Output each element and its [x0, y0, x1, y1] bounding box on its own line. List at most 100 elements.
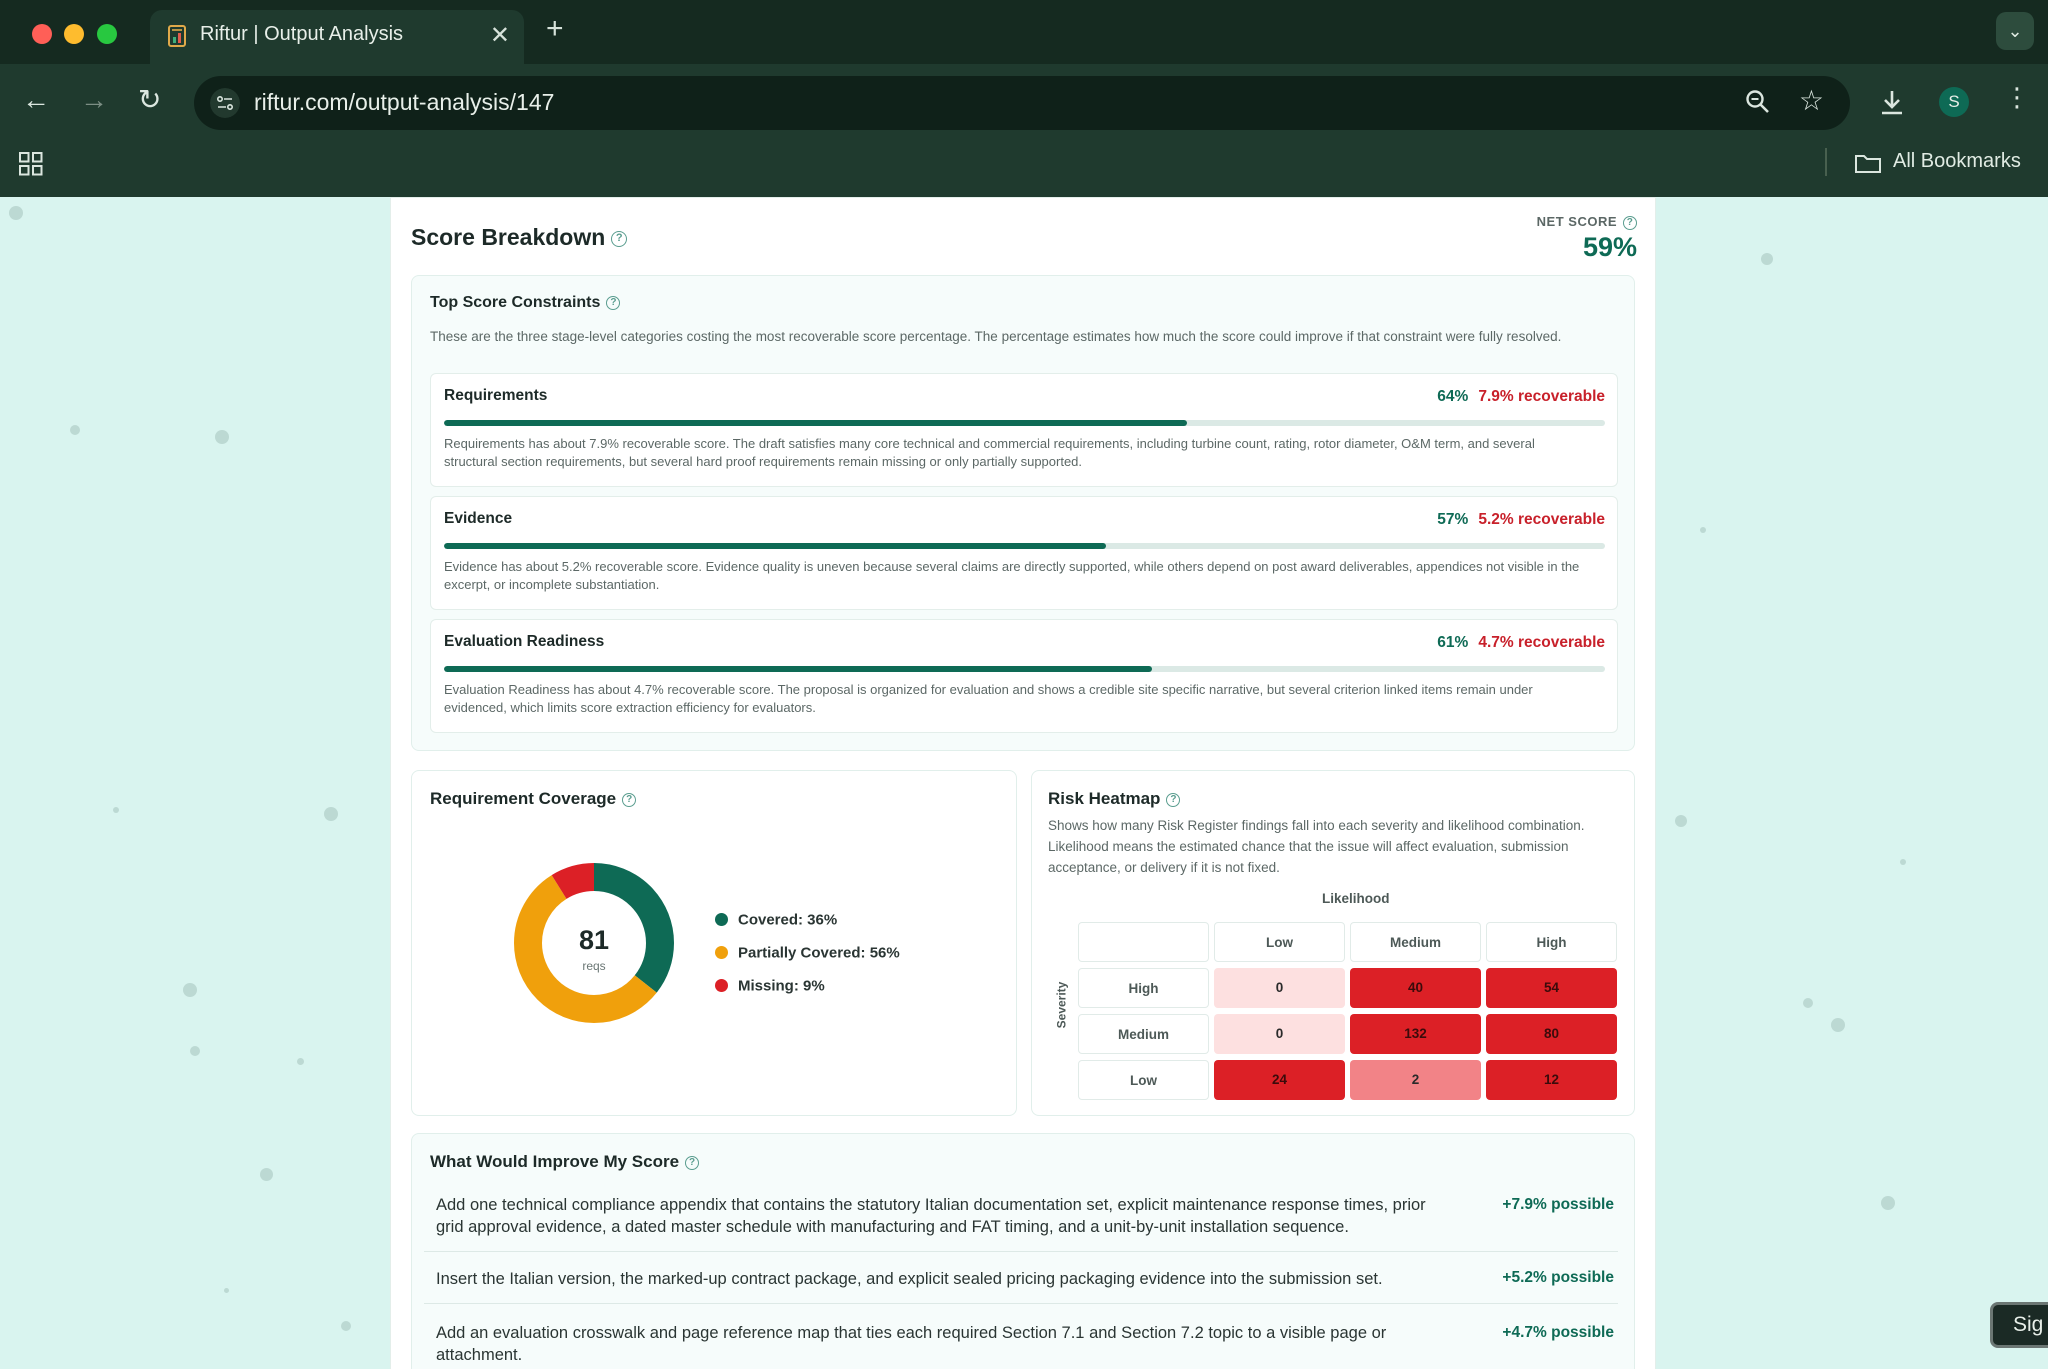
improvement-item[interactable]: Add one technical compliance appendix th… [424, 1186, 1618, 1252]
browser-menu-icon[interactable]: ⋮ [2004, 84, 2030, 110]
constraint-progress-fill [444, 666, 1153, 672]
background-dot [260, 1168, 273, 1181]
heatmap-x-axis-label: Likelihood [1322, 891, 1390, 906]
maximize-window-button[interactable] [97, 24, 117, 44]
improvement-gain: +5.2% possible [1502, 1269, 1614, 1286]
background-dot [297, 1058, 304, 1065]
constraint-recoverable: 7.9% recoverable [1478, 388, 1605, 405]
heatmap-cell[interactable]: 0 [1214, 968, 1345, 1008]
score-breakdown-title: Score Breakdown [411, 224, 606, 250]
improvement-gain: +7.9% possible [1502, 1196, 1614, 1213]
address-bar[interactable]: riftur.com/output-analysis/147 ☆ [194, 76, 1850, 130]
url-text[interactable]: riftur.com/output-analysis/147 [254, 89, 554, 116]
page-viewport: Score Breakdown? NET SCORE? 59% Top Scor… [0, 197, 2048, 1369]
heatmap-cell[interactable]: 54 [1486, 968, 1617, 1008]
close-tab-icon[interactable]: ✕ [490, 21, 510, 50]
heatmap-cell[interactable]: 24 [1214, 1060, 1345, 1100]
improvement-text: Add one technical compliance appendix th… [436, 1196, 1426, 1236]
reload-icon[interactable]: ↻ [138, 86, 161, 114]
help-icon[interactable]: ? [611, 230, 628, 247]
heatmap-cell[interactable]: 12 [1486, 1060, 1617, 1100]
apps-grid-icon[interactable] [18, 151, 44, 177]
profile-avatar[interactable]: S [1939, 87, 1969, 117]
tab-title: Riftur | Output Analysis [200, 23, 404, 45]
improvement-text: Insert the Italian version, the marked-u… [436, 1270, 1383, 1288]
active-tab[interactable]: Riftur | Output Analysis ✕ [150, 10, 524, 64]
improve-score-panel: What Would Improve My Score? Add one tec… [411, 1133, 1635, 1369]
help-icon[interactable]: ? [1166, 792, 1181, 807]
heatmap-cell[interactable]: 40 [1350, 968, 1481, 1008]
background-dot [70, 425, 80, 435]
background-dot [224, 1288, 229, 1293]
back-arrow-icon[interactable]: ← [22, 86, 50, 114]
constraints-title: Top Score Constraints [430, 294, 601, 311]
improvement-item[interactable]: Insert the Italian version, the marked-u… [424, 1252, 1618, 1304]
browser-chrome: Riftur | Output Analysis ✕ + ⌄ ← → ↻ rif… [0, 0, 2048, 197]
legend-item-missing: Missing: 9% [715, 977, 825, 995]
tab-search-chevron-icon[interactable]: ⌄ [1996, 12, 2034, 50]
constraint-name: Requirements [444, 387, 548, 404]
background-dot [113, 807, 119, 813]
site-settings-icon[interactable] [210, 88, 240, 118]
legend-label: Missing: 9% [738, 977, 825, 995]
heatmap-cell[interactable]: 80 [1486, 1014, 1617, 1054]
constraint-item-evidence[interactable]: Evidence 57% 5.2% recoverable Evidence ha… [430, 496, 1618, 610]
sign-in-button[interactable]: Sig [1990, 1302, 2048, 1348]
legend-swatch [715, 913, 728, 927]
forward-arrow-icon[interactable]: → [80, 86, 108, 114]
background-dot [1700, 527, 1706, 533]
constraint-item-requirements[interactable]: Requirements 64% 7.9% recoverable Require… [430, 373, 1618, 487]
heatmap-row-header: Medium [1078, 1014, 1209, 1054]
constraint-percent: 57% [1437, 511, 1469, 528]
background-dot [183, 983, 197, 997]
background-dot [1803, 998, 1813, 1008]
help-icon[interactable]: ? [1623, 215, 1637, 230]
heatmap-corner-cell [1078, 922, 1209, 962]
heatmap-cell[interactable]: 0 [1214, 1014, 1345, 1054]
constraint-recoverable: 4.7% recoverable [1478, 634, 1605, 651]
constraints-heading: Top Score Constraints? [430, 294, 621, 312]
legend-label: Partially Covered: 56% [738, 944, 900, 962]
constraint-stats: 61% 4.7% recoverable [1437, 634, 1605, 652]
improvement-item[interactable]: Add an evaluation crosswalk and page ref… [424, 1304, 1618, 1369]
net-score-value: 59% [1582, 232, 1637, 262]
minimize-window-button[interactable] [64, 24, 84, 44]
heatmap-cell[interactable]: 132 [1350, 1014, 1481, 1054]
legend-item-partially-covered: Partially Covered: 56% [715, 944, 900, 962]
new-tab-icon[interactable]: + [546, 14, 564, 44]
legend-label: Covered: 36% [738, 911, 838, 929]
donut-total: 81 [578, 925, 610, 955]
constraint-item-evaluation-readiness[interactable]: Evaluation Readiness 61% 4.7% recoverable… [430, 619, 1618, 733]
help-icon[interactable]: ? [622, 792, 637, 807]
download-icon[interactable] [1878, 88, 1906, 116]
coverage-title: Requirement Coverage [430, 789, 617, 808]
bookmarks-divider [1825, 148, 1827, 176]
heatmap-cell[interactable]: 2 [1350, 1060, 1481, 1100]
constraint-progress-fill [444, 420, 1188, 426]
all-bookmarks-link[interactable]: All Bookmarks [1893, 150, 2021, 173]
improve-title: What Would Improve My Score [430, 1152, 680, 1171]
tab-strip: Riftur | Output Analysis ✕ + ⌄ [0, 0, 2048, 64]
riftur-favicon-icon [168, 25, 186, 47]
background-dot [9, 206, 23, 220]
net-score-label-text: NET SCORE [1536, 214, 1617, 229]
bookmark-star-icon[interactable]: ☆ [1799, 87, 1824, 115]
output-analysis-card: Score Breakdown? NET SCORE? 59% Top Scor… [390, 197, 1656, 1369]
coverage-heading: Requirement Coverage? [430, 789, 637, 809]
improvement-gain: +4.7% possible [1502, 1324, 1614, 1341]
close-window-button[interactable] [32, 24, 52, 44]
help-icon[interactable]: ? [685, 1155, 700, 1170]
constraint-progress-fill [444, 543, 1106, 549]
heatmap-y-axis-label: Severity [1054, 981, 1069, 1029]
help-icon[interactable]: ? [606, 295, 621, 310]
background-dot [1675, 815, 1687, 827]
heatmap-column-header: High [1486, 922, 1617, 962]
heatmap-column-header: Medium [1350, 922, 1481, 962]
constraint-stats: 64% 7.9% recoverable [1437, 388, 1605, 406]
background-dot [341, 1321, 351, 1331]
constraint-progress-bar [444, 543, 1605, 549]
constraint-description: Requirements has about 7.9% recoverable … [444, 436, 1535, 469]
donut-unit: reqs [582, 959, 606, 973]
constraint-stats: 57% 5.2% recoverable [1437, 511, 1605, 529]
zoom-icon[interactable] [1744, 88, 1772, 116]
